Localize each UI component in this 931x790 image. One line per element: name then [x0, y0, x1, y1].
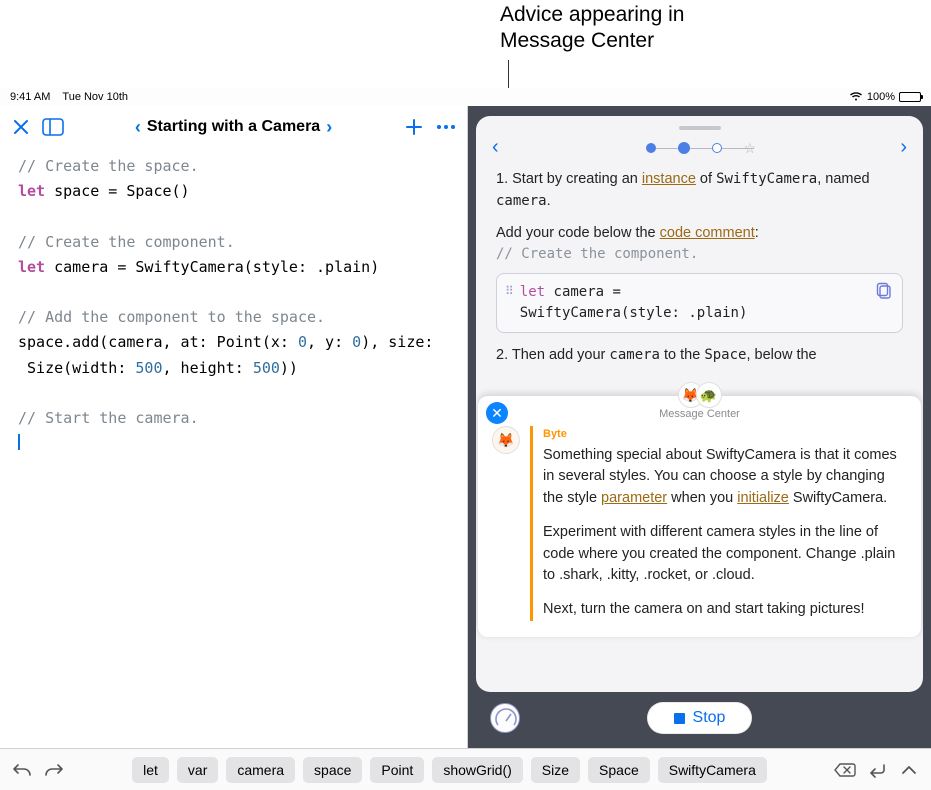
suggestion-chip[interactable]: Point: [370, 757, 424, 783]
wifi-icon: [849, 91, 863, 104]
delete-icon[interactable]: [833, 758, 857, 782]
avatar: 🐢: [696, 382, 722, 408]
more-icon[interactable]: [435, 116, 457, 138]
status-time: 9:41 AM: [10, 91, 50, 103]
keyboard-accessory: let var camera space Point showGrid() Si…: [0, 748, 931, 790]
stop-icon: [674, 713, 685, 724]
close-icon[interactable]: ✕: [486, 402, 508, 424]
copy-icon[interactable]: [876, 282, 892, 307]
editor-toolbar: ‹ Starting with a Camera ›: [0, 106, 467, 148]
avatar: 🦊: [492, 426, 520, 454]
message-content: Byte Something special about SwiftyCamer…: [530, 426, 907, 621]
chevron-up-icon[interactable]: [897, 758, 921, 782]
return-icon[interactable]: [865, 758, 889, 782]
progress-star-icon: ☆: [744, 143, 754, 153]
message-center-popover: 🦊 🐢 ✕ Message Center 🦊 Byte Something sp…: [478, 396, 921, 637]
message-sender: Byte: [543, 426, 907, 443]
speedometer-icon[interactable]: [490, 703, 520, 733]
suggestion-chip[interactable]: var: [177, 757, 218, 783]
progress-indicator: ☆: [646, 142, 754, 154]
link-instance[interactable]: instance: [642, 171, 696, 187]
drag-grip-icon[interactable]: ⠿: [505, 282, 512, 300]
link-initialize[interactable]: initialize: [737, 490, 789, 506]
suggestion-chip[interactable]: Space: [588, 757, 650, 783]
run-controls: Stop: [476, 692, 923, 738]
add-icon[interactable]: [403, 116, 425, 138]
chevron-left-icon: ‹: [135, 117, 141, 138]
chevron-right-icon: ›: [326, 117, 332, 138]
avatar-group: 🦊 🐢: [678, 382, 722, 408]
suggestion-chips: let var camera space Point showGrid() Si…: [74, 757, 825, 783]
progress-dot: [712, 143, 722, 153]
code-snippet: ⠿ let camera = SwiftyCamera(style: .plai…: [496, 273, 903, 333]
gray-code-comment: // Create the component.: [496, 244, 903, 265]
battery-pct: 100%: [867, 91, 895, 103]
annotation-label: Advice appearing in Message Center: [500, 2, 684, 55]
editor-panel: ‹ Starting with a Camera › // Create the…: [0, 106, 468, 748]
status-date: Tue Nov 10th: [62, 91, 128, 103]
undo-icon[interactable]: [10, 758, 34, 782]
sidebar-toggle-icon[interactable]: [42, 116, 64, 138]
status-bar: 9:41 AM Tue Nov 10th 100%: [0, 88, 931, 106]
suggestion-chip[interactable]: Size: [531, 757, 580, 783]
link-code-comment[interactable]: code comment: [660, 225, 755, 241]
close-icon[interactable]: [10, 116, 32, 138]
instruction-body: 1. Start by creating an instance of Swif…: [478, 159, 921, 377]
preview-panel: ‹ ☆ › 1. Start by creating an instance o…: [468, 106, 931, 748]
link-parameter[interactable]: parameter: [601, 490, 667, 506]
suggestion-chip[interactable]: showGrid(): [432, 757, 522, 783]
drag-handle[interactable]: [679, 126, 721, 130]
instruction-card: ‹ ☆ › 1. Start by creating an instance o…: [476, 116, 923, 692]
suggestion-chip[interactable]: camera: [226, 757, 295, 783]
suggestion-chip[interactable]: let: [132, 757, 169, 783]
redo-icon[interactable]: [42, 758, 66, 782]
breadcrumb[interactable]: ‹ Starting with a Camera ›: [74, 117, 393, 138]
progress-dot: [678, 142, 690, 154]
message-center-title: Message Center: [492, 408, 907, 420]
suggestion-chip[interactable]: space: [303, 757, 362, 783]
code-editor[interactable]: // Create the space. let space = Space()…: [0, 148, 467, 748]
next-page-icon[interactable]: ›: [900, 136, 907, 159]
suggestion-chip[interactable]: SwiftyCamera: [658, 757, 767, 783]
progress-dot: [646, 143, 656, 153]
battery-icon: [899, 92, 921, 102]
prev-page-icon[interactable]: ‹: [492, 136, 499, 159]
stop-button[interactable]: Stop: [647, 702, 753, 734]
page-title: Starting with a Camera: [147, 118, 320, 136]
